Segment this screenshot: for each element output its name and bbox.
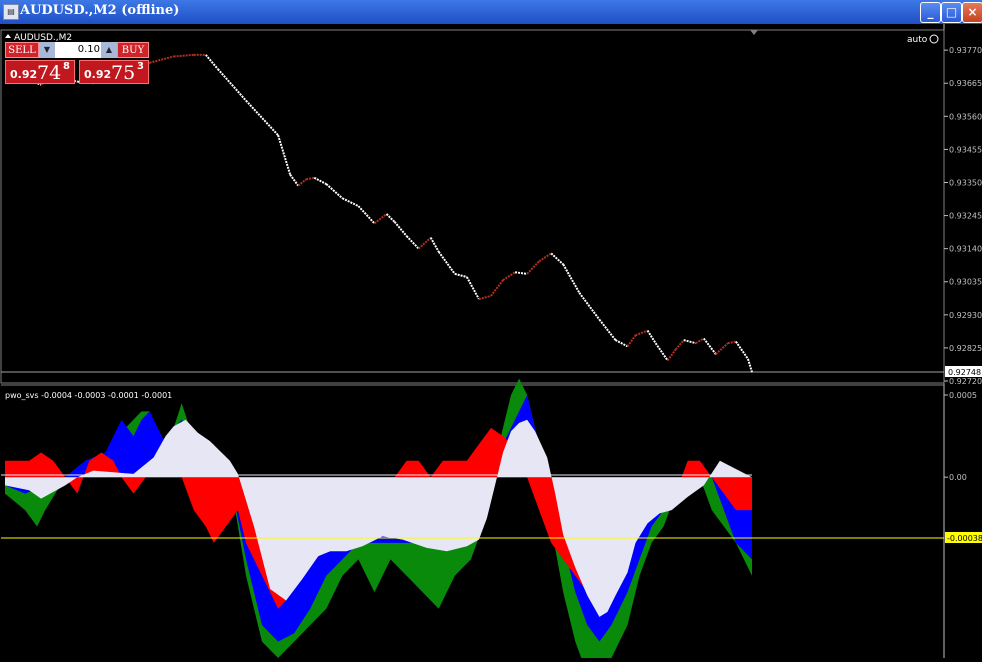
price-segment xyxy=(465,276,480,300)
indicator-tick-label: 0.00 xyxy=(949,473,967,482)
sell-button[interactable]: SELL xyxy=(5,42,39,58)
price-segment xyxy=(277,134,292,175)
ask-price-box[interactable]: 0.92 75 3 xyxy=(79,60,149,84)
price-segment xyxy=(683,339,697,345)
price-segment xyxy=(614,339,628,348)
bid-price-box[interactable]: 0.92 74 8 xyxy=(5,60,75,84)
price-tick-label: 0.93140 xyxy=(949,245,982,254)
ask-price-big: 0.92 xyxy=(84,68,112,81)
lot-increase-button[interactable]: ▲ xyxy=(101,42,117,58)
price-segment xyxy=(674,339,685,351)
indicator-title: pwo_svs -0.0004 -0.0003 -0.0001 -0.0001 xyxy=(5,391,172,400)
price-segment xyxy=(393,221,408,237)
price-tick-label: 0.93350 xyxy=(949,178,982,187)
price-segment xyxy=(635,329,648,337)
symbol-collapse-icon[interactable] xyxy=(5,34,11,38)
window-title-bar: ▤ AUDUSD.,M2 (offline) _ □ × xyxy=(0,0,982,24)
price-segment xyxy=(490,279,504,297)
price-segment xyxy=(405,235,420,250)
price-segment xyxy=(666,348,677,362)
price-segment xyxy=(646,330,657,344)
auto-scroll-icon[interactable] xyxy=(929,34,939,44)
price-tick-label: 0.92720 xyxy=(949,377,982,386)
price-segment xyxy=(437,251,456,275)
bid-price-main: 74 xyxy=(37,62,62,84)
maximize-button[interactable]: □ xyxy=(941,2,962,23)
bid-price-sup: 8 xyxy=(63,61,70,72)
price-segment xyxy=(538,252,552,263)
price-segment xyxy=(325,183,344,199)
price-segment xyxy=(173,53,194,58)
price-segment xyxy=(735,341,749,360)
price-tick-label: 0.93455 xyxy=(949,145,982,154)
price-segment xyxy=(289,174,299,187)
price-segment xyxy=(245,99,279,136)
chart-shift-marker[interactable] xyxy=(750,30,758,35)
price-segment xyxy=(429,237,440,253)
chevron-up-icon: ▲ xyxy=(105,45,113,54)
lot-size-input[interactable]: 0.10 xyxy=(55,42,103,58)
ask-price-main: 75 xyxy=(111,62,136,84)
minimize-button[interactable]: _ xyxy=(920,2,941,23)
price-tick-label: 0.92930 xyxy=(949,311,982,320)
price-segment xyxy=(695,337,705,345)
price-segment xyxy=(357,205,376,225)
indicator-axis-ticks: 0.0005 0.00 xyxy=(944,391,977,482)
price-tick-label: 0.93665 xyxy=(949,79,982,88)
price-segment xyxy=(550,252,564,266)
price-segment xyxy=(598,318,617,341)
price-segment xyxy=(385,213,396,223)
indicator-series xyxy=(5,378,752,662)
lot-decrease-button[interactable]: ▼ xyxy=(39,42,55,58)
close-button[interactable]: × xyxy=(962,2,982,23)
price-segment xyxy=(514,271,528,275)
indicator-tick-label: 0.0005 xyxy=(949,391,977,400)
price-segment xyxy=(149,55,174,64)
window-title: AUDUSD.,M2 (offline) xyxy=(20,3,180,18)
price-segment xyxy=(313,176,327,185)
one-click-trading-panel: SELL ▼ 0.10 ▲ BUY 0.92 74 8 0.92 75 3 xyxy=(5,42,149,84)
price-series xyxy=(4,53,753,373)
price-segment xyxy=(727,340,737,345)
bid-price-big: 0.92 xyxy=(10,68,38,81)
price-segment xyxy=(417,236,432,250)
price-segment xyxy=(217,68,247,102)
auto-scroll-label[interactable]: auto xyxy=(907,35,928,45)
chevron-down-icon: ▼ xyxy=(43,45,51,54)
price-segment xyxy=(526,260,540,275)
indicator-level-label: -0.00038 xyxy=(947,534,982,543)
ask-price-sup: 3 xyxy=(137,61,144,72)
price-segment xyxy=(478,294,492,301)
price-segment xyxy=(562,263,581,294)
price-segment xyxy=(703,337,717,355)
price-segment xyxy=(747,358,753,373)
chart-area[interactable]: AUDUSD.,M2 auto 0.93770 0.93665 0.93560 0.9… xyxy=(0,24,982,662)
current-price-label: 0.92748 xyxy=(948,368,981,377)
window-app-icon: ▤ xyxy=(3,4,19,20)
buy-button[interactable]: BUY xyxy=(117,42,149,58)
price-tick-label: 0.93035 xyxy=(949,278,982,287)
price-segment xyxy=(626,334,637,347)
price-segment xyxy=(341,197,359,208)
price-segment xyxy=(297,178,307,187)
price-segment xyxy=(306,176,315,181)
price-tick-label: 0.93560 xyxy=(949,112,982,121)
price-segment xyxy=(502,271,516,282)
price-tick-label: 0.92825 xyxy=(949,344,982,353)
chart-svg[interactable]: AUDUSD.,M2 auto 0.937700.936650.935600.9… xyxy=(0,24,982,662)
price-segment xyxy=(654,342,669,362)
price-segment xyxy=(578,292,601,321)
price-tick-label: 0.93245 xyxy=(949,212,982,221)
price-segment xyxy=(373,213,388,225)
price-axis-ticks: 0.93770 0.93665 0.93560 0.93455 0.93350 0.932… xyxy=(944,46,982,386)
price-tick-label: 0.93770 xyxy=(949,46,982,55)
price-segment xyxy=(715,342,729,355)
price-segment xyxy=(205,54,219,70)
price-segment xyxy=(454,272,468,278)
